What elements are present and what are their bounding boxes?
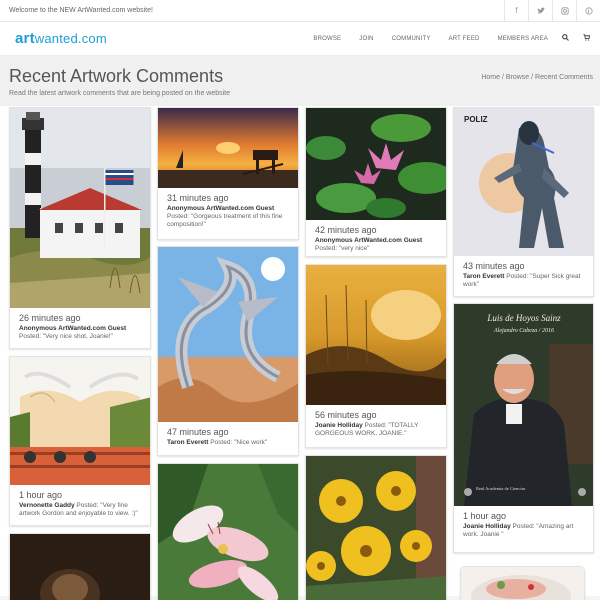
comment-byline: Joanie Holliday Posted: "TOTALLY GORGEOU… <box>315 422 437 438</box>
facebook-icon[interactable]: f <box>504 0 528 22</box>
artwork-sunset-lifeguard-image[interactable] <box>158 108 298 188</box>
comment-byline: Joanie Holliday Posted: "Amazing art wor… <box>463 523 584 539</box>
comment-text: Posted: "Very nice shot, Joanie!" <box>19 333 113 340</box>
comment-card[interactable]: POLIZ 43 minutes ago Taron Everett Poste… <box>453 107 594 297</box>
comment-text: Posted: "Nice work" <box>208 439 268 446</box>
social-links: f <box>504 0 600 22</box>
artwork-painted-portrait-image[interactable]: Luis de Hoyos Sainz Alejandro Cabeza / 2… <box>454 304 593 506</box>
comment-author[interactable]: Joanie Holliday <box>315 422 363 429</box>
comment-card[interactable]: 56 minutes ago Joanie Holliday Posted: "… <box>305 264 447 448</box>
robot-tag-text: POLIZ <box>464 115 488 124</box>
comment-card[interactable] <box>460 566 585 600</box>
nav-community[interactable]: COMMUNITY <box>392 36 431 42</box>
page-header: Recent Artwork Comments Read the latest … <box>0 56 600 106</box>
artwork-robot-image[interactable]: POLIZ <box>454 108 593 256</box>
artwork-yellow-flowers-image[interactable] <box>306 456 446 600</box>
comment-card[interactable] <box>9 533 151 600</box>
comment-author[interactable]: Joanie Holliday <box>463 523 511 530</box>
comment-author[interactable]: Taron Everett <box>167 439 208 446</box>
artwork-pink-lilies-image[interactable] <box>158 464 298 600</box>
comment-time: 26 minutes ago <box>19 313 81 323</box>
comment-card[interactable]: 31 minutes ago Anonymous ArtWanted.com G… <box>157 107 299 240</box>
comment-author[interactable]: Anonymous ArtWanted.com Guest <box>167 205 289 213</box>
artwork-chrome-dragon-image[interactable] <box>158 247 298 422</box>
comment-time: 42 minutes ago <box>315 225 377 235</box>
comment-card[interactable] <box>305 455 447 600</box>
artwork-food-plate-image[interactable] <box>461 567 584 600</box>
portrait-artist-text: Alejandro Cabeza / 2016 <box>493 328 554 334</box>
comment-author[interactable]: Vernonette Gaddy <box>19 502 75 509</box>
nav-join[interactable]: JOIN <box>359 36 373 42</box>
comment-card[interactable]: 1 hour ago Vernonette Gaddy Posted: "Ver… <box>9 356 151 526</box>
comments-grid: 26 minutes ago Anonymous ArtWanted.com G… <box>0 106 600 600</box>
main-navbar: artwanted.com BROWSE JOIN COMMUNITY ART … <box>0 22 600 56</box>
artwork-highland-cow-image[interactable] <box>10 357 150 485</box>
artwork-water-lilies-image[interactable] <box>306 108 446 220</box>
logo-art: art <box>15 30 35 47</box>
nav-browse[interactable]: BROWSE <box>313 36 341 42</box>
comment-card[interactable]: 26 minutes ago Anonymous ArtWanted.com G… <box>9 107 151 349</box>
comment-card[interactable]: 42 minutes ago Anonymous ArtWanted.com G… <box>305 107 447 257</box>
pinterest-icon[interactable] <box>576 0 600 22</box>
cart-icon[interactable] <box>583 34 591 43</box>
main-nav: BROWSE JOIN COMMUNITY ART FEED MEMBERS A… <box>295 34 591 43</box>
comment-byline: Taron Everett Posted: "Nice work" <box>167 439 289 447</box>
comment-card[interactable]: 47 minutes ago Taron Everett Posted: "Ni… <box>157 246 299 456</box>
top-bar: Welcome to the NEW ArtWanted.com website… <box>0 0 600 22</box>
breadcrumb: Home / Browse / Recent Comments <box>481 74 593 81</box>
search-icon[interactable] <box>562 34 569 43</box>
comment-time: 47 minutes ago <box>167 427 229 437</box>
comment-author[interactable]: Anonymous ArtWanted.com Guest <box>315 237 437 245</box>
comment-byline: Taron Everett Posted: "Super Sick great … <box>463 273 584 289</box>
comment-card[interactable]: Luis de Hoyos Sainz Alejandro Cabeza / 2… <box>453 303 594 553</box>
comment-time: 1 hour ago <box>463 511 507 521</box>
comment-card[interactable] <box>157 463 299 600</box>
comment-text: Posted: "Gorgeous treatment of this fine… <box>167 213 283 228</box>
twitter-icon[interactable] <box>528 0 552 22</box>
breadcrumb-home[interactable]: Home <box>481 74 500 81</box>
instagram-icon[interactable] <box>552 0 576 22</box>
comment-author[interactable]: Anonymous ArtWanted.com Guest <box>19 325 141 333</box>
artwork-lighthouse-image[interactable] <box>10 108 150 308</box>
portrait-footer-text: Real Academia de Ciencias <box>476 486 526 491</box>
comment-text: Posted: "very nice" <box>315 245 370 252</box>
breadcrumb-current: Recent Comments <box>535 74 593 81</box>
comment-time: 31 minutes ago <box>167 193 229 203</box>
artwork-dark-portrait-image[interactable] <box>10 534 150 600</box>
nav-members-area[interactable]: MEMBERS AREA <box>498 36 548 42</box>
portrait-name-text: Luis de Hoyos Sainz <box>486 313 561 323</box>
comment-author[interactable]: Taron Everett <box>463 273 504 280</box>
comment-time: 56 minutes ago <box>315 410 377 420</box>
comment-time: 43 minutes ago <box>463 261 525 271</box>
nav-art-feed[interactable]: ART FEED <box>449 36 480 42</box>
logo-rest: wanted.com <box>34 31 107 46</box>
breadcrumb-browse[interactable]: Browse <box>506 74 529 81</box>
artwork-golden-landscape-image[interactable] <box>306 265 446 405</box>
site-logo[interactable]: artwanted.com <box>15 30 107 47</box>
page-subtitle: Read the latest artwork comments that ar… <box>9 90 231 97</box>
comment-byline: Vernonette Gaddy Posted: "Very fine artw… <box>19 502 141 518</box>
comment-time: 1 hour ago <box>19 490 63 500</box>
welcome-message: Welcome to the NEW ArtWanted.com website… <box>9 7 153 14</box>
